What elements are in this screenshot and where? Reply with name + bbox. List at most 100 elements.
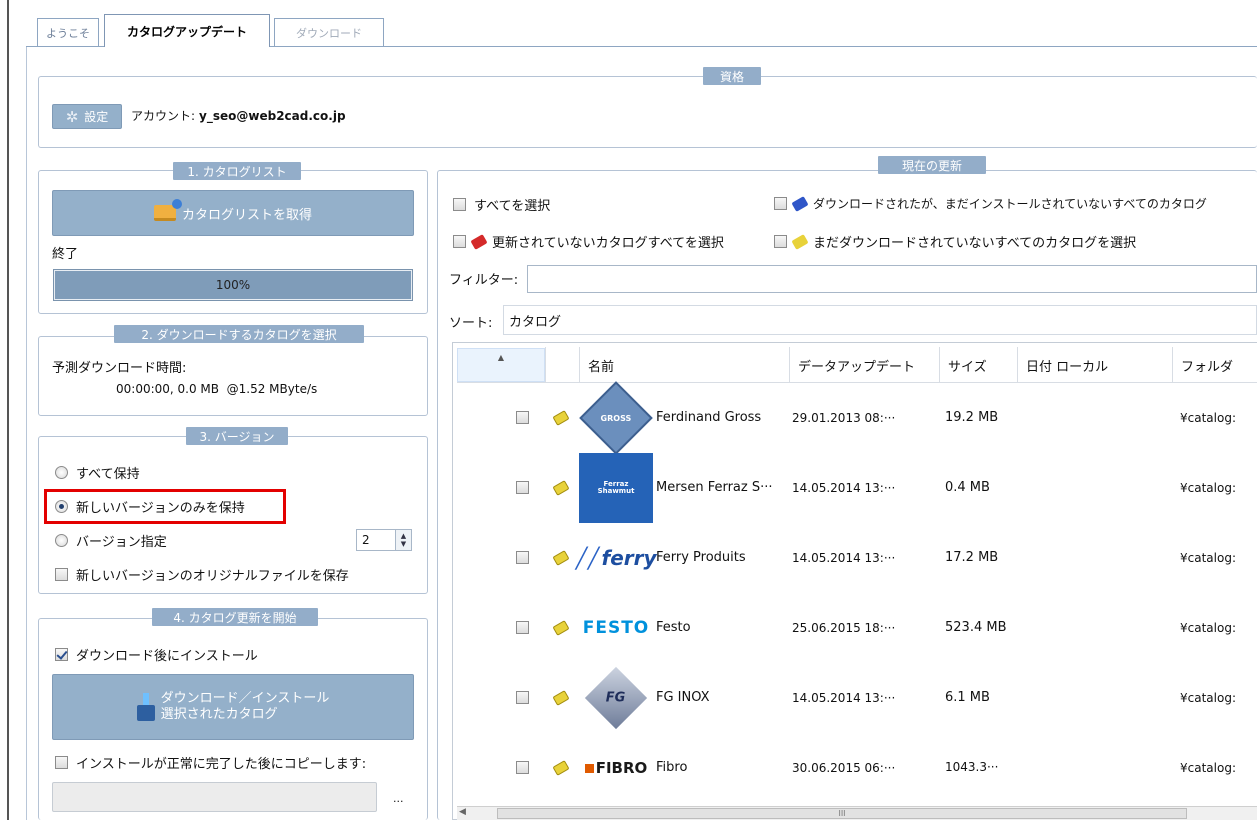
- catalog-logo-part: GROSS: [579, 381, 653, 455]
- catalog-logo-part: FIBRO: [579, 733, 653, 803]
- sort-label: ソート:: [449, 316, 493, 331]
- select-not-updated-checkbox[interactable]: 更新されていないカタログすべてを選択: [453, 232, 724, 251]
- stepper-arrows-icon[interactable]: ▲ ▼: [395, 530, 411, 550]
- tab-catalog-update[interactable]: カタログアップデート: [104, 14, 270, 47]
- select-downloaded-label: ダウンロードされたが、まだインストールされていないすべてのカタログ: [813, 197, 1207, 211]
- blue-tag-icon: [791, 195, 809, 212]
- catalog-logo-part: Ferraz Shawmut: [579, 453, 653, 523]
- grid-header-folder[interactable]: フォルダ: [1172, 347, 1257, 383]
- table-row[interactable]: FG FG INOX 14.05.2014 13:··· 6.1 MB ¥cat…: [457, 663, 1257, 733]
- catalog-list-legend-text: 1. カタログリスト: [187, 164, 287, 179]
- grid-header-name[interactable]: 名前: [579, 347, 789, 383]
- account-info: アカウント: y_seo@web2cad.co.jp: [131, 107, 346, 124]
- row-folder: ¥catalog:: [1180, 691, 1236, 705]
- row-name: Festo: [656, 620, 691, 635]
- checkbox[interactable]: [774, 235, 787, 248]
- grid-header-folder-label: フォルダ: [1181, 359, 1234, 375]
- checkbox[interactable]: [453, 198, 466, 211]
- row-date: 14.05.2014 13:···: [792, 481, 896, 495]
- select-downloaded-checkbox[interactable]: ダウンロードされたが、まだインストールされていないすべてのカタログ: [774, 195, 1207, 212]
- checkbox-checked[interactable]: [55, 648, 68, 661]
- download-install-label-line2: 選択されたカタログ: [160, 707, 278, 722]
- row-folder: ¥catalog:: [1180, 621, 1236, 635]
- checkbox[interactable]: [55, 568, 68, 581]
- row-checkbox[interactable]: [516, 691, 529, 704]
- radio-keep-new[interactable]: 新しいバージョンのみを保持: [55, 497, 245, 516]
- grid-header-local-date[interactable]: 日付 ローカル: [1017, 347, 1172, 383]
- account-label: アカウント:: [131, 109, 196, 123]
- checkbox[interactable]: [55, 756, 68, 769]
- sort-indicator-column[interactable]: ▲: [457, 348, 545, 382]
- row-checkbox[interactable]: [516, 761, 529, 774]
- row-checkbox[interactable]: [516, 621, 529, 634]
- checkbox[interactable]: [774, 197, 787, 210]
- tab-download[interactable]: ダウンロード: [274, 18, 384, 46]
- version-stepper[interactable]: 2 ▲ ▼: [356, 529, 412, 551]
- catalog-logo: FG: [579, 663, 653, 733]
- catalog-logo: FESTO: [579, 593, 653, 663]
- estimate-label: 予測ダウンロード時間:: [52, 361, 187, 376]
- checkbox[interactable]: [453, 235, 466, 248]
- sort-value: カタログ: [509, 314, 562, 330]
- table-row[interactable]: FIBRO Fibro 30.06.2015 06:··· 1043.3··· …: [457, 733, 1257, 803]
- grid-header: ▲ 名前 データアップデート サイズ 日付 ローカル フォルダ: [457, 347, 1257, 383]
- select-not-downloaded-checkbox[interactable]: まだダウンロードされていないすべてのカタログを選択: [774, 232, 1136, 251]
- start-update-legend: 4. カタログ更新を開始: [152, 608, 318, 626]
- table-row[interactable]: ╱╱ ferry Ferry Produits 14.05.2014 13:···…: [457, 523, 1257, 593]
- radio-keep-all[interactable]: すべて保持: [55, 463, 140, 482]
- horizontal-scrollbar[interactable]: ◀ III: [457, 806, 1257, 820]
- folder-refresh-icon: [153, 199, 182, 221]
- install-after-checkbox[interactable]: ダウンロード後にインストール: [55, 645, 258, 664]
- grid-header-name-label: 名前: [588, 359, 615, 375]
- scroll-left-icon[interactable]: ◀: [459, 807, 466, 817]
- radio-circle[interactable]: [55, 466, 68, 479]
- table-row[interactable]: GROSS Ferdinand Gross 29.01.2013 08:··· …: [457, 381, 1257, 455]
- save-original-checkbox[interactable]: 新しいバージョンのオリジナルファイルを保存: [55, 565, 349, 584]
- red-tag-icon: [470, 233, 488, 250]
- table-row[interactable]: FESTO Festo 25.06.2015 18:··· 523.4 MB ¥…: [457, 593, 1257, 663]
- browse-button[interactable]: ...: [393, 792, 404, 805]
- tab-welcome[interactable]: ようこそ: [37, 18, 99, 46]
- download-install-button[interactable]: ダウンロード／インストール 選択されたカタログ: [52, 674, 414, 740]
- table-row[interactable]: Ferraz Shawmut Mersen Ferraz S··· 14.05.…: [457, 453, 1257, 523]
- grid-header-date[interactable]: データアップデート: [789, 347, 939, 383]
- row-size: 0.4 MB: [945, 480, 990, 495]
- get-catalog-list-button[interactable]: カタログリストを取得: [52, 190, 414, 236]
- grid-header-date-label: データアップデート: [798, 359, 916, 375]
- catalog-logo-part: [584, 763, 594, 773]
- tab-label: カタログアップデート: [126, 24, 247, 39]
- radio-keep-all-label: すべて保持: [76, 467, 140, 482]
- copy-path-input[interactable]: [52, 782, 377, 812]
- yellow-tag-icon: [552, 410, 570, 426]
- radio-circle-selected[interactable]: [55, 500, 68, 513]
- grid-header-select[interactable]: [545, 347, 579, 383]
- row-name: Mersen Ferraz S···: [656, 480, 773, 495]
- version-legend-text: 3. バージョン: [199, 429, 275, 444]
- catalog-logo: ╱╱ ferry: [575, 523, 656, 593]
- row-checkbox[interactable]: [516, 551, 529, 564]
- settings-button[interactable]: ✲ 設定: [52, 104, 122, 129]
- row-checkbox[interactable]: [516, 481, 529, 494]
- credentials-legend: 資格: [703, 67, 761, 85]
- version-stepper-value: 2: [362, 533, 370, 547]
- filter-input[interactable]: [527, 265, 1257, 293]
- radio-specify-version[interactable]: バージョン指定: [55, 531, 167, 550]
- select-catalog-legend: 2. ダウンロードするカタログを選択: [114, 325, 364, 343]
- progress-text: 100%: [215, 278, 251, 292]
- copy-after-checkbox[interactable]: インストールが正常に完了した後にコピーします:: [55, 753, 366, 772]
- row-date: 14.05.2014 13:···: [792, 691, 896, 705]
- sort-select[interactable]: カタログ: [503, 305, 1257, 335]
- scroll-thumb[interactable]: III: [497, 808, 1187, 819]
- row-checkbox[interactable]: [516, 411, 529, 424]
- select-all-checkbox[interactable]: すべてを選択: [453, 195, 550, 214]
- sort-up-icon: ▲: [497, 352, 505, 362]
- save-original-label: 新しいバージョンのオリジナルファイルを保存: [76, 569, 349, 584]
- account-value: y_seo@web2cad.co.jp: [199, 108, 346, 123]
- row-size: 1043.3···: [945, 760, 999, 774]
- yellow-tag-icon: [552, 480, 570, 496]
- row-date: 14.05.2014 13:···: [792, 551, 896, 565]
- select-all-label: すべてを選択: [474, 199, 551, 214]
- select-catalog-legend-text: 2. ダウンロードするカタログを選択: [141, 327, 337, 342]
- radio-circle[interactable]: [55, 534, 68, 547]
- grid-header-size[interactable]: サイズ: [939, 347, 1017, 383]
